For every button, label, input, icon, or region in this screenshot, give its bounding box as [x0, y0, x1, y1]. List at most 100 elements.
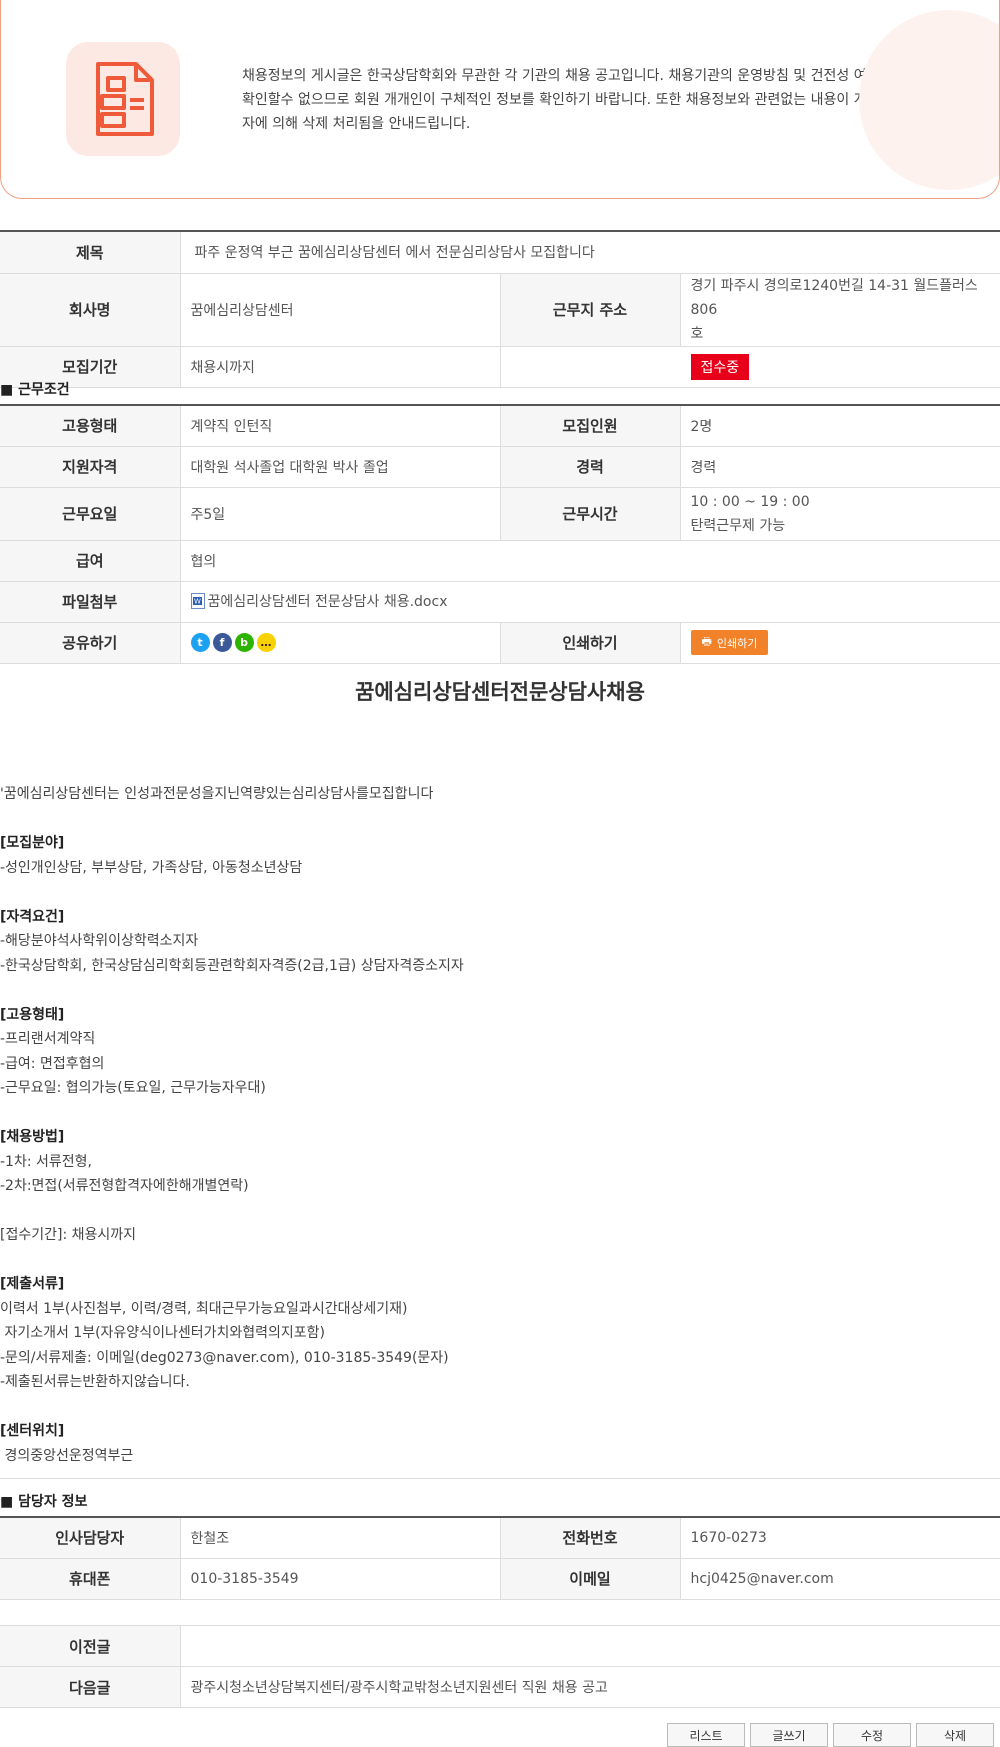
notice-box: 채용정보의 게시글은 한국상담학회와 무관한 각 기관의 채용 공고입니다. 채… — [0, 0, 1000, 199]
headcount-value: 2명 — [680, 404, 1000, 447]
conditions-section-title: ■ 근무조건 — [0, 382, 70, 398]
content-blank-line — [0, 1248, 1000, 1273]
phone-value: 1670-0273 — [680, 1516, 1000, 1559]
mobile-value: 010-3185-3549 — [180, 1558, 501, 1600]
content-line: '꿈에심리상담센터는 인성과전문성을지닌역량있는심리상담사를모집합니다 — [0, 786, 434, 802]
notice-line: 자에 의해 삭제 처리됨을 안내드립니다. — [242, 116, 471, 132]
status-badge: 접수중 — [690, 353, 750, 380]
email-value: hcj0425@naver.com — [680, 1558, 1000, 1600]
prev-label: 이전글 — [0, 1625, 181, 1667]
content-blank-line — [0, 1395, 1000, 1420]
divider — [0, 1478, 1000, 1479]
contact-table: 인사담당자 한철조 전화번호 1670-0273 휴대폰 010-3185-35… — [0, 1516, 1000, 1600]
attachment-cell: W 꿈에심리상담센터 전문상담사 채용.docx — [180, 581, 1000, 623]
manager-value: 한철조 — [180, 1516, 501, 1559]
hours-line: 탄력근무제 가능 — [690, 517, 786, 534]
content-line: -성인개인상담, 부부상담, 가족상담, 아동청소년상담 — [0, 859, 303, 876]
content-line: 경의중앙선운정역부근 — [0, 1447, 134, 1464]
workdays-value: 주5일 — [180, 487, 501, 541]
attachment-label: 파일첨부 — [0, 581, 181, 623]
content-line: 자기소개서 1부(자유양식이나센터가치와협력의지포함) — [0, 1325, 325, 1341]
attachment-link[interactable]: W 꿈에심리상담센터 전문상담사 채용.docx — [190, 591, 448, 611]
print-cell: 🖶 인쇄하기 — [680, 622, 1000, 664]
conditions-table: 고용형태 계약직 인턴직 모집인원 2명 지원자격 대학원 석사졸업 대학원 박… — [0, 404, 1000, 664]
title-label: 제목 — [0, 230, 181, 274]
address-line: 경기 파주시 경의로1240번길 14-31 월드플러스806 — [690, 277, 978, 318]
document-icon — [66, 42, 180, 156]
employment-value: 계약직 인턴직 — [180, 404, 501, 447]
facebook-icon[interactable]: f — [212, 633, 232, 652]
content-section-heading: [제출서류] — [0, 1276, 65, 1292]
salary-value: 협의 — [180, 540, 1000, 582]
address-label: 근무지 주소 — [500, 273, 681, 347]
content-line: -제출된서류는반환하지않습니다. — [0, 1374, 190, 1390]
manager-label: 인사담당자 — [0, 1516, 181, 1559]
edit-button[interactable]: 수정 — [833, 1723, 911, 1747]
content-heading: 꿈에심리상담센터전문상담사채용 — [355, 680, 645, 704]
company-label: 회사명 — [0, 273, 181, 347]
hours-line: 10 : 00 ~ 19 : 00 — [690, 493, 810, 510]
status-cell: 접수중 — [500, 346, 1000, 388]
notice-line: 채용정보의 게시글은 한국상담학회와 무관한 각 기관의 채용 공고입니다. 채… — [242, 68, 949, 84]
write-button[interactable]: 글쓰기 — [750, 1723, 828, 1747]
share-cell: t f b … — [180, 622, 501, 664]
post-title: 파주 운정역 부근 꿈에심리상담센터 에서 전문심리상담사 모집합니다 — [180, 230, 1000, 274]
content-blank-line — [0, 807, 1000, 832]
prev-next-table: 이전글 다음글 광주시청소년상담복지센터/광주시학교밖청소년지원센터 직원 채용… — [0, 1625, 1000, 1708]
content-section-heading: [모집분야] — [0, 835, 65, 851]
content-line: -급여: 면접후협의 — [0, 1055, 105, 1072]
qualification-label: 지원자격 — [0, 446, 181, 488]
content-line: -근무요일: 협의가능(토요일, 근무가능자우대) — [0, 1080, 266, 1096]
content-line: 이력서 1부(사진첨부, 이력/경력, 최대근무가능요일과시간대상세기재) — [0, 1300, 408, 1317]
post-info-table: 제목 파주 운정역 부근 꿈에심리상담센터 에서 전문심리상담사 모집합니다 회… — [0, 230, 1000, 388]
phone-label: 전화번호 — [500, 1516, 681, 1559]
word-file-icon: W — [190, 592, 205, 609]
prev-post-link[interactable] — [180, 1625, 1000, 1667]
next-label: 다음글 — [0, 1666, 181, 1708]
email-label: 이메일 — [500, 1558, 681, 1600]
content-line: -프리랜서계약직 — [0, 1031, 96, 1047]
content-line: -한국상담학회, 한국상담심리학회등관련학회자격증(2급,1급) 상담자격증소지… — [0, 957, 464, 974]
list-button[interactable]: 리스트 — [667, 1723, 745, 1747]
career-value: 경력 — [680, 446, 1000, 488]
content-section-heading: [센터위치] — [0, 1423, 65, 1439]
content-line: [접수기간]: 채용시까지 — [0, 1227, 137, 1243]
content-blank-line — [0, 1199, 1000, 1224]
content-blank-line — [0, 978, 1000, 1003]
contact-section-title: ■ 담당자 정보 — [0, 1494, 88, 1510]
kakaotalk-icon[interactable]: … — [256, 633, 276, 652]
share-label: 공유하기 — [0, 622, 181, 664]
qualification-value: 대학원 석사졸업 대학원 박사 졸업 — [180, 446, 501, 488]
content-blank-line — [0, 880, 1000, 905]
hours-label: 근무시간 — [500, 487, 681, 541]
mobile-label: 휴대폰 — [0, 1558, 181, 1600]
svg-text:W: W — [194, 597, 201, 605]
period-value: 채용시까지 — [180, 346, 501, 388]
content-body: '꿈에심리상담센터는 인성과전문성을지닌역량있는심리상담사를모집합니다 [모집분야… — [0, 782, 1000, 1468]
content-line: -해당분야석사학위이상학력소지자 — [0, 933, 199, 949]
print-button-label: 인쇄하기 — [716, 636, 758, 650]
address-line: 호 — [690, 325, 704, 342]
hours-value: 10 : 00 ~ 19 : 00 탄력근무제 가능 — [680, 487, 1000, 541]
workdays-label: 근무요일 — [0, 487, 181, 541]
print-button[interactable]: 🖶 인쇄하기 — [690, 630, 769, 655]
printer-icon: 🖶 — [701, 635, 712, 648]
headcount-label: 모집인원 — [500, 404, 681, 447]
content-line: -2차:면접(서류전형합격자에한해개별연락) — [0, 1178, 249, 1194]
content-line: -1차: 서류전형, — [0, 1153, 92, 1170]
content-section-heading: [고용형태] — [0, 1006, 65, 1023]
twitter-icon[interactable]: t — [190, 633, 210, 652]
company-value: 꿈에심리상담센터 — [180, 273, 501, 347]
delete-button[interactable]: 삭제 — [916, 1723, 994, 1747]
content-section-heading: [자격요건] — [0, 908, 65, 925]
salary-label: 급여 — [0, 540, 181, 582]
print-label: 인쇄하기 — [500, 622, 681, 664]
career-label: 경력 — [500, 446, 681, 488]
naver-blog-icon[interactable]: b — [234, 633, 254, 652]
notice-line: 확인할수 없으므로 회원 개개인이 구체적인 정보를 확인하기 바랍니다. 또한… — [242, 92, 953, 108]
content-line: -문의/서류제출: 이메일(deg0273@naver.com), 010-31… — [0, 1349, 449, 1366]
attachment-filename: 꿈에심리상담센터 전문상담사 채용.docx — [207, 593, 448, 610]
content-section-heading: [채용방법] — [0, 1129, 65, 1145]
action-buttons: 리스트 글쓰기 수정 삭제 — [667, 1723, 994, 1747]
next-post-link[interactable]: 광주시청소년상담복지센터/광주시학교밖청소년지원센터 직원 채용 공고 — [180, 1666, 1000, 1708]
